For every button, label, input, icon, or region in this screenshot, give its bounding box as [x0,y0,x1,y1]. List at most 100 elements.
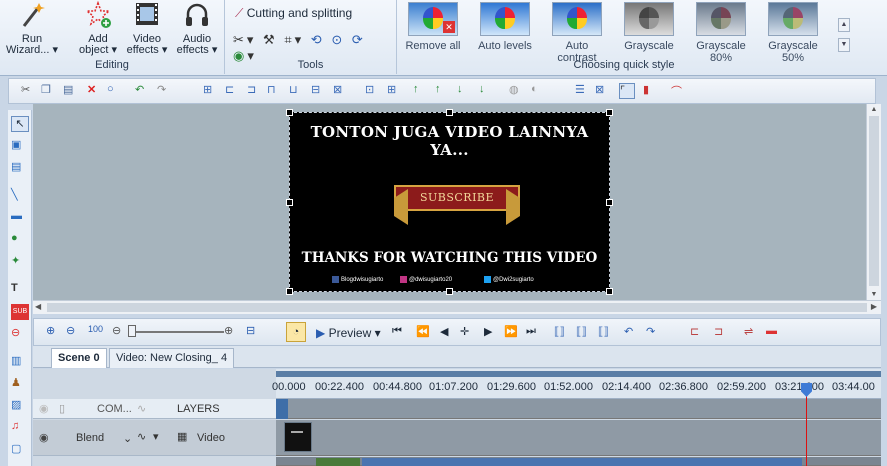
cutting-splitting-button[interactable]: ⟋ Cutting and splitting [235,6,352,21]
waveform-icon[interactable]: ∿ [137,402,146,415]
motion-icon[interactable]: ♟ [11,376,29,392]
resize-handle[interactable] [286,288,293,295]
layer2-icon[interactable]: ▤ [11,160,29,176]
go-end-icon[interactable]: ⏭ [526,325,536,338]
snap-icon[interactable]: ⊠ [595,83,611,99]
align-icon[interactable]: ⊞ [203,83,219,99]
split-icon[interactable]: ⚒ [263,32,278,47]
split-marker3-icon[interactable]: ⟦⟧ [598,325,609,338]
tab-video-new-closing[interactable]: Video: New Closing_ 4 [109,348,235,368]
step-forward-icon[interactable]: ▶ [484,325,492,338]
resize-handle[interactable] [286,109,293,116]
chart-icon[interactable]: ▥ [11,354,29,370]
pointer-icon[interactable]: ↖ [11,116,29,132]
go-start-icon[interactable]: ⏮ [392,325,402,338]
clock-icon[interactable]: ◔ [286,322,306,342]
marker-icon[interactable]: ✛ [460,325,469,338]
audio-waveform-icon[interactable]: ∿ [137,430,146,443]
arrow-down2-icon[interactable]: ↓ [479,83,495,99]
redo-icon[interactable]: ↷ [157,83,173,99]
paste-icon[interactable]: ▤ [63,83,79,99]
undo-icon[interactable]: ↶ [135,83,151,99]
add-object-button[interactable]: Add object ▾ [76,0,120,56]
time-ruler[interactable]: 00.000 00:22.400 00:44.800 01:07.200 01:… [272,369,881,399]
quickstyle-grayscale[interactable]: Grayscale [618,0,680,52]
zoom-100-icon[interactable]: 100 [88,324,103,334]
tab-scene-0[interactable]: Scene 0 [51,348,107,368]
track-dropdown-icon[interactable]: ▾ [153,430,159,443]
arrow-up-icon[interactable]: ↑ [413,83,429,99]
grid-icon[interactable]: ⌜ [619,83,635,99]
ellipse-icon[interactable]: ● [11,232,29,248]
align-left-clips-icon[interactable]: ⊏ [690,325,699,338]
visibility-eye-icon[interactable]: ◉ [39,431,49,444]
resize-handle[interactable] [446,288,453,295]
canvas-horizontal-scrollbar[interactable]: ◀ ▶ [33,300,881,314]
redo-timeline-icon[interactable]: ↷ [646,325,655,338]
select-all-icon[interactable]: ○ [107,83,123,99]
prev-frame-icon[interactable]: ⏪ [416,325,430,338]
split-marker-icon[interactable]: ⟦⟧ [554,325,565,338]
ungroup-icon[interactable]: ◐ [531,83,547,99]
quickstyle-auto-levels[interactable]: Auto levels [474,0,536,52]
line-icon[interactable]: ╲ [11,188,29,204]
music-icon[interactable]: ♫ [11,420,29,436]
zoom-slider[interactable] [128,331,224,333]
quickstyle-auto-contrast[interactable]: Auto contrast [546,0,608,64]
animation-icon[interactable]: ⊖ [11,326,29,342]
fit-icon[interactable]: ⊞ [387,83,403,99]
scissors-icon[interactable]: ✂ [233,32,247,47]
scene-range-handle[interactable] [276,399,288,419]
resize-handle[interactable] [606,109,613,116]
audio-effects-button[interactable]: Audio effects ▾ [174,0,220,56]
lock-icon[interactable]: ▯ [59,402,65,415]
rotate-left-icon[interactable]: ⟲ [311,32,325,47]
align-top-icon[interactable]: ⊔ [289,83,305,99]
resize-handle[interactable] [606,288,613,295]
image-clip[interactable] [316,458,360,466]
rotate-right-icon[interactable]: ⟳ [352,32,366,47]
cut-icon[interactable]: ✂ [21,83,37,99]
text-icon[interactable]: T [11,282,29,298]
fit-timeline-icon[interactable]: ⊟ [246,324,255,337]
step-back-icon[interactable]: ◀ [440,325,448,338]
align-left-icon[interactable]: ⊏ [225,83,241,99]
group-icon[interactable]: ◍ [509,83,525,99]
align-center-icon[interactable]: ⊐ [247,83,263,99]
layers-icon[interactable]: ▣ [11,138,29,154]
canvas-vertical-scrollbar[interactable]: ▲ ▼ [866,104,881,300]
marker-icon[interactable]: ▮ [643,83,659,99]
align-right-icon[interactable]: ⊓ [267,83,283,99]
zoom-out-icon[interactable]: ⊖ [66,324,75,337]
gallery-scroll-more[interactable]: ▼ [838,38,850,52]
quickstyle-grayscale-80[interactable]: Grayscale 80% [690,0,752,64]
split-marker2-icon[interactable]: ⟦⟧ [576,325,587,338]
zoom-in-icon[interactable]: ⊕ [46,324,55,337]
crop-icon[interactable]: ⌗ [284,32,294,47]
align-bottom-icon[interactable]: ⊟ [311,83,327,99]
blend-dropdown-icon[interactable]: ⌄ [123,432,132,445]
distribute-icon[interactable]: ⇌ [744,325,753,338]
run-wizard-button[interactable]: Run Wizard... ▾ [6,0,58,56]
shape-icon[interactable]: ⌒ [671,83,687,99]
delete-icon[interactable]: ✕ [87,83,103,99]
gallery-scroll-up[interactable]: ▲ [838,18,850,32]
next-frame-icon[interactable]: ⏩ [504,325,518,338]
file-icon[interactable]: ▢ [11,442,29,458]
resize-handle[interactable] [606,199,613,206]
zoom-slider-thumb[interactable] [128,325,136,337]
arrow-up2-icon[interactable]: ↑ [435,83,451,99]
blue-clip[interactable] [362,458,802,466]
blend-label[interactable]: Blend [76,432,104,444]
range-bar[interactable] [276,371,881,377]
properties-icon[interactable]: ☰ [575,83,591,99]
stretch-icon[interactable]: ⊡ [365,83,381,99]
rotate-90-icon[interactable]: ⊙ [331,32,345,47]
undo-timeline-icon[interactable]: ↶ [624,325,633,338]
arrow-down-icon[interactable]: ↓ [457,83,473,99]
resize-handle[interactable] [286,199,293,206]
copy-icon[interactable]: ❐ [41,83,57,99]
quickstyle-remove-all[interactable]: ✕ Remove all [402,0,464,52]
image-icon[interactable]: ▨ [11,398,29,414]
next-track[interactable] [276,457,881,466]
